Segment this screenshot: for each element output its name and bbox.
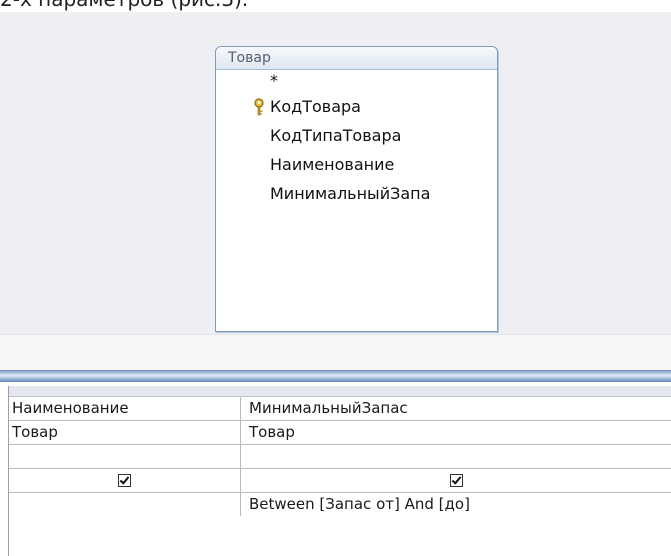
grid-cell-show — [9, 469, 241, 492]
key-icon — [254, 98, 264, 116]
field-item[interactable]: Наименование — [216, 150, 497, 179]
grid-cell-field[interactable]: Наименование — [9, 397, 241, 420]
column-selector-bar[interactable] — [9, 386, 671, 397]
field-item[interactable]: КодТипаТовара — [216, 121, 497, 150]
table-field-list[interactable]: Товар * КодТовара КодТипаТовара Наименов… — [215, 46, 498, 332]
grid-cell-table[interactable]: Товар — [9, 421, 241, 444]
grid-row-show — [9, 469, 671, 493]
grid-row-criteria: Between [Запас от] And [до] — [9, 493, 671, 516]
field-item-all[interactable]: * — [216, 70, 497, 92]
grid-cell-show — [241, 469, 671, 492]
field-item-primary-key[interactable]: КодТовара — [216, 92, 497, 121]
field-item[interactable]: МинимальныйЗапа — [216, 179, 497, 208]
field-label: КодТовара — [270, 97, 361, 116]
grid-cell-field[interactable]: МинимальныйЗапас — [241, 397, 671, 420]
grid-row-sort — [9, 445, 671, 469]
show-checkbox[interactable] — [118, 474, 131, 487]
grid-row-field: Наименование МинимальныйЗапас — [9, 397, 671, 421]
grid-cell-criteria[interactable]: Between [Запас от] And [до] — [241, 493, 671, 516]
grid-cell-sort[interactable] — [9, 445, 241, 468]
grid-cell-sort[interactable] — [241, 445, 671, 468]
field-list: * КодТовара КодТипаТовара Наименование М… — [216, 70, 497, 208]
page-caption: 2-х параметров (рис.3). — [0, 0, 248, 12]
query-design-area: Товар * КодТовара КодТипаТовара Наименов… — [0, 12, 671, 334]
pane-spacer — [0, 334, 671, 371]
grid-row-table: Товар Товар — [9, 421, 671, 445]
query-design-grid: Наименование МинимальныйЗапас Товар Това… — [8, 386, 671, 556]
grid-cell-criteria[interactable] — [9, 493, 241, 516]
table-title[interactable]: Товар — [216, 47, 497, 70]
grid-cell-table[interactable]: Товар — [241, 421, 671, 444]
show-checkbox[interactable] — [450, 474, 463, 487]
pane-splitter[interactable] — [0, 370, 671, 382]
